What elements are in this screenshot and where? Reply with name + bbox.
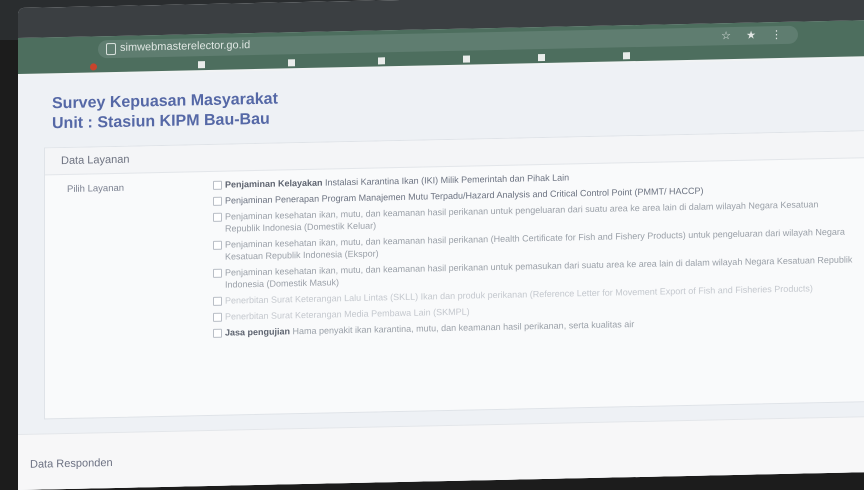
checkbox[interactable] xyxy=(213,268,222,278)
bookmark-item[interactable] xyxy=(90,61,101,71)
bookmark-item[interactable] xyxy=(378,55,389,65)
checkbox[interactable] xyxy=(213,180,222,190)
lock-icon xyxy=(106,42,116,56)
bookmark-icon xyxy=(288,59,295,67)
bookmark-item[interactable] xyxy=(463,53,474,63)
bookmark-item[interactable] xyxy=(623,50,634,60)
checkbox[interactable] xyxy=(213,212,222,222)
bookmark-icon xyxy=(378,57,385,65)
respondent-heading: Data Responden xyxy=(30,457,113,471)
bookmark-item[interactable] xyxy=(538,52,549,62)
checkbox[interactable] xyxy=(213,240,222,250)
respondent-card: Data Responden xyxy=(18,416,864,490)
page-title: Survey Kepuasan Masyarakat xyxy=(52,90,278,113)
toolbar-icons[interactable]: ☆ ★ ⋮ xyxy=(721,28,788,42)
bookmark-icon xyxy=(90,63,97,71)
bookmark-icon xyxy=(198,61,205,69)
checkbox[interactable] xyxy=(213,296,222,306)
address-url: simwebmasterelector.go.id xyxy=(120,39,251,54)
service-card: Data Layanan Pilih Layanan Penjaminan Ke… xyxy=(44,130,864,420)
bookmark-item[interactable] xyxy=(288,57,299,67)
bookmark-item[interactable] xyxy=(198,59,209,69)
service-options: Penjaminan Kelayakan Instalasi Karantina… xyxy=(213,166,853,343)
checkbox[interactable] xyxy=(213,312,222,322)
checkbox[interactable] xyxy=(213,196,222,206)
bookmark-icon xyxy=(463,55,470,63)
browser-screen: simwebmasterelector.go.id ☆ ★ ⋮ Survey K… xyxy=(18,0,864,490)
checkbox[interactable] xyxy=(213,328,222,338)
bookmark-icon xyxy=(623,52,630,60)
bookmark-icon xyxy=(538,53,545,62)
survey-page: Survey Kepuasan Masyarakat Unit : Stasiu… xyxy=(18,58,864,490)
page-subtitle: Unit : Stasiun KIPM Bau-Bau xyxy=(52,110,270,133)
service-field-label: Pilih Layanan xyxy=(67,182,125,195)
